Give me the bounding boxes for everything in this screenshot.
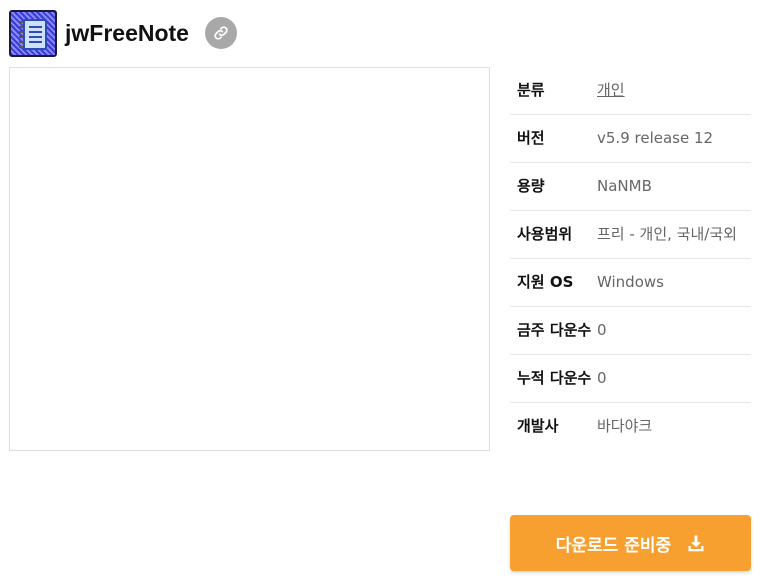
- copy-link-button[interactable]: [204, 17, 237, 49]
- info-row-license: 사용범위 프리 - 개인, 국내/국외: [510, 211, 751, 259]
- info-label: 개발사: [517, 417, 559, 435]
- info-value: 프리 - 개인, 국내/국외: [597, 225, 737, 243]
- category-link[interactable]: 개인: [597, 81, 625, 99]
- link-icon: [214, 26, 228, 40]
- info-value: NaNMB: [597, 177, 652, 195]
- info-label: 용량: [517, 177, 545, 195]
- app-header: jwFreeNote: [9, 9, 237, 57]
- info-label: 사용범위: [517, 225, 573, 243]
- info-row-os: 지원 OS Windows: [510, 259, 751, 307]
- info-label: 버전: [517, 129, 545, 147]
- info-label: 누적 다운수: [517, 369, 592, 387]
- notebook-icon: [9, 9, 57, 57]
- info-value: Windows: [597, 273, 664, 291]
- info-value: 0: [597, 321, 607, 339]
- download-button-label: 다운로드 준비중: [555, 535, 672, 556]
- info-row-size: 용량 NaNMB: [510, 163, 751, 211]
- download-icon: [688, 535, 704, 552]
- info-label: 금주 다운수: [517, 321, 592, 339]
- info-row-weekly-downloads: 금주 다운수 0: [510, 307, 751, 355]
- info-label: 분류: [517, 81, 545, 99]
- info-row-category: 분류 개인: [510, 67, 751, 115]
- info-value: 바다야크: [597, 417, 653, 435]
- info-row-version: 버전 v5.9 release 12: [510, 115, 751, 163]
- info-value: v5.9 release 12: [597, 129, 714, 147]
- download-button[interactable]: 다운로드 준비중: [510, 515, 751, 571]
- screenshot-preview: [9, 67, 490, 451]
- info-value: 0: [597, 369, 607, 387]
- app-title: jwFreeNote: [65, 19, 189, 46]
- software-info-table: 분류 개인 버전 v5.9 release 12 용량 NaNMB 사용범위 프…: [510, 67, 751, 450]
- info-row-total-downloads: 누적 다운수 0: [510, 355, 751, 403]
- info-row-developer: 개발사 바다야크: [510, 403, 751, 450]
- info-label: 지원 OS: [517, 273, 574, 291]
